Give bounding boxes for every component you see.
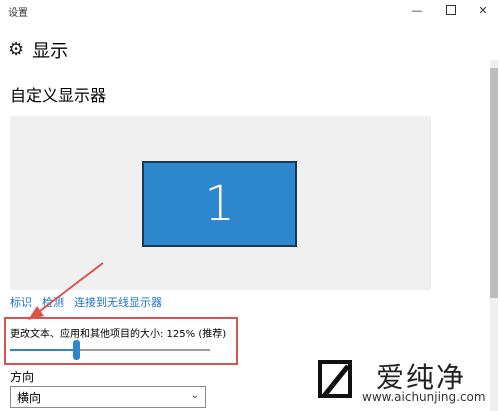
scale-slider-thumb[interactable] bbox=[73, 340, 80, 360]
page-header: ⚙ 显示 bbox=[8, 38, 69, 63]
scale-slider[interactable] bbox=[10, 340, 210, 360]
monitor-1[interactable]: 1 bbox=[142, 161, 297, 247]
monitor-number: 1 bbox=[204, 176, 235, 232]
maximize-button[interactable] bbox=[436, 0, 466, 20]
close-icon: ✕ bbox=[478, 3, 488, 17]
watermark-url: www.aichunjing.com bbox=[362, 390, 486, 404]
scale-highlight-box: 更改文本、应用和其他项目的大小: 125% (推荐) bbox=[4, 317, 238, 365]
scrollbar-thumb[interactable] bbox=[490, 68, 498, 298]
scale-label: 更改文本、应用和其他项目的大小: 125% (推荐) bbox=[10, 329, 227, 340]
scale-slider-fill bbox=[10, 349, 76, 351]
close-button[interactable]: ✕ bbox=[468, 0, 498, 20]
gear-icon: ⚙ bbox=[8, 39, 25, 60]
minimize-icon: — bbox=[411, 3, 423, 17]
maximize-icon bbox=[446, 5, 456, 15]
detect-link[interactable]: 检测 bbox=[42, 294, 64, 310]
watermark: 爱纯净 www.aichunjing.com bbox=[314, 352, 500, 411]
minimize-button[interactable]: — bbox=[402, 0, 432, 20]
section-title: 自定义显示器 bbox=[10, 86, 107, 105]
wireless-display-link[interactable]: 连接到无线显示器 bbox=[74, 294, 162, 310]
display-links: 标识 检测 连接到无线显示器 bbox=[10, 294, 172, 310]
identify-link[interactable]: 标识 bbox=[10, 294, 32, 310]
orientation-dropdown[interactable]: 横向 ⌄ bbox=[10, 386, 206, 408]
page-title: 显示 bbox=[32, 41, 69, 62]
orientation-selected: 横向 bbox=[17, 390, 42, 405]
chevron-down-icon: ⌄ bbox=[190, 390, 199, 401]
title-bar: 设置 — ✕ bbox=[0, 0, 500, 20]
display-preview: 1 bbox=[10, 116, 431, 290]
orientation-label: 方向 bbox=[10, 370, 35, 384]
watermark-logo-icon bbox=[318, 360, 352, 398]
window-title: 设置 bbox=[8, 8, 28, 19]
